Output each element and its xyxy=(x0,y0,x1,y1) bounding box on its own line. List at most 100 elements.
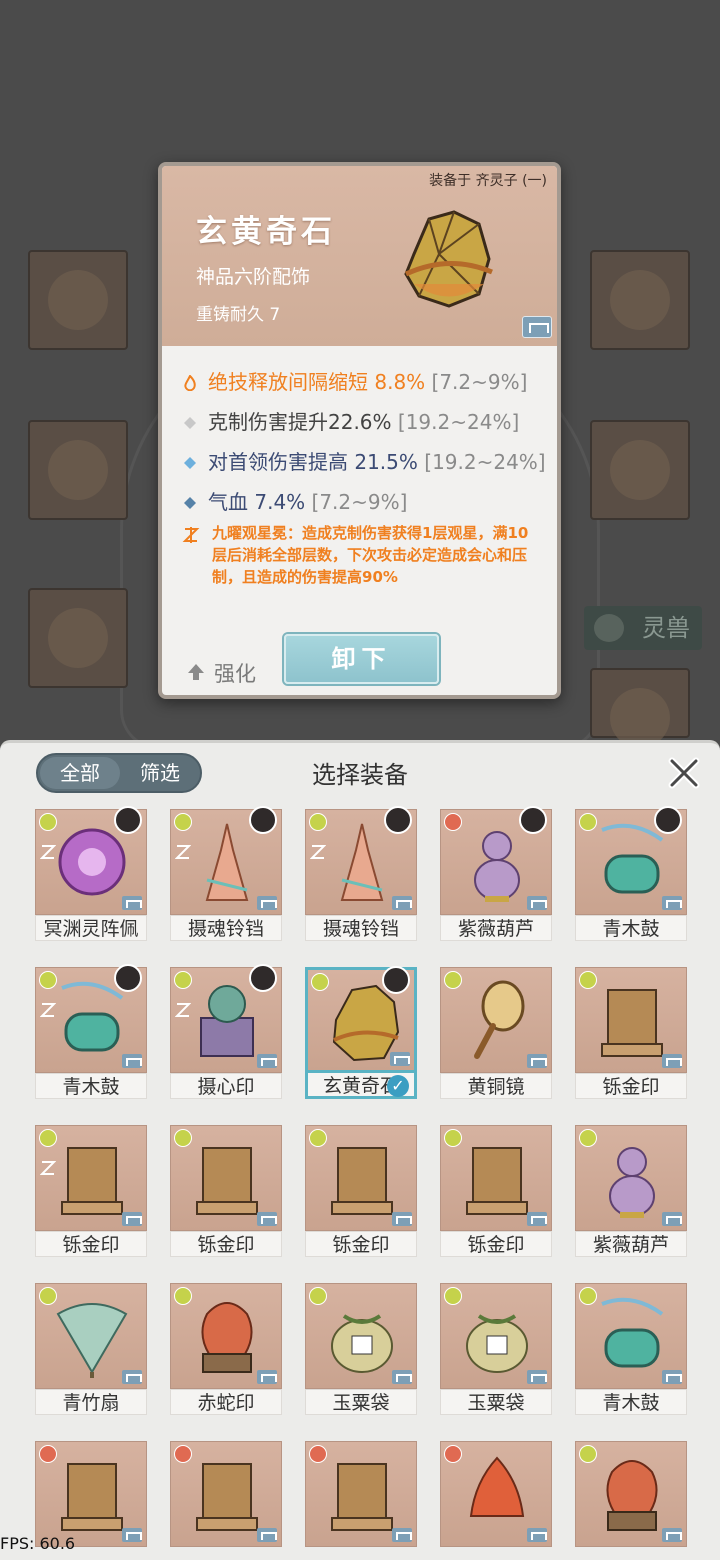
equipment-slot[interactable]: 摄心印 xyxy=(170,964,282,1099)
seal-gold-icon xyxy=(331,1463,393,1531)
seal-gold-icon xyxy=(466,1147,528,1215)
gourd-icon xyxy=(474,831,520,902)
enhance-button[interactable]: 强化 xyxy=(186,658,256,688)
lock-icon xyxy=(257,1370,277,1384)
equipment-thumbnail xyxy=(305,1125,417,1231)
stat-line-3: 对首领伤害提高 21.5% [19.2~24%] xyxy=(182,446,546,475)
equipment-slot[interactable]: 摄魂铃铛 xyxy=(305,806,417,941)
lock-icon xyxy=(662,1370,682,1384)
equipment-name: 铄金印 xyxy=(35,1231,147,1257)
lock-icon[interactable] xyxy=(522,316,552,338)
set-sigil-icon xyxy=(40,845,56,859)
equipment-slot[interactable]: 赤蛇印 xyxy=(170,1283,282,1415)
drum-icon xyxy=(61,981,124,1052)
equipment-slot[interactable]: 青竹扇 xyxy=(35,1283,147,1415)
equipment-name: 铄金印 xyxy=(170,1231,282,1257)
equipment-thumbnail xyxy=(35,806,147,915)
seal-purple-icon xyxy=(200,985,254,1057)
equipment-thumbnail xyxy=(35,1283,147,1389)
stone-item-art xyxy=(404,210,493,308)
item-detail-card: 装备于 齐灵子 (一) 玄黄奇石 神品六阶配饰 重铸耐久 7 绝技释放间隔缩短 … xyxy=(158,162,561,699)
background-slot xyxy=(28,588,128,688)
equipment-slot[interactable]: 玉粟袋 xyxy=(440,1283,552,1415)
diamond-dark-icon xyxy=(184,497,196,509)
equipment-thumbnail xyxy=(170,806,282,915)
equipment-name: 铄金印 xyxy=(440,1231,552,1257)
equipment-slot[interactable] xyxy=(305,1441,417,1560)
equipment-slot[interactable]: 铄金印 xyxy=(170,1125,282,1257)
equipment-selector-panel: 全部 筛选 选择装备 冥渊灵阵佩 摄魂铃铛 摄魂铃铛 紫薇葫芦 青木鼓 青木鼓 摄心印 玄黄奇… xyxy=(0,740,720,1560)
equipment-thumbnail xyxy=(35,1125,147,1231)
equipment-slot[interactable]: 黄铜镜 xyxy=(440,967,552,1099)
set-sigil-icon xyxy=(40,1003,56,1017)
equipment-slot[interactable]: 青木鼓 xyxy=(575,1283,687,1415)
equipment-slot[interactable]: 冥渊灵阵佩 xyxy=(35,806,147,941)
equipment-slot[interactable] xyxy=(575,1441,687,1560)
equipment-slot[interactable] xyxy=(440,1441,552,1560)
equipment-slot[interactable]: 铄金印 xyxy=(305,1125,417,1257)
equipment-thumbnail xyxy=(305,806,417,915)
equipment-name: 摄心印 xyxy=(170,1073,282,1099)
equipment-thumbnail xyxy=(170,1283,282,1389)
set-sigil-icon xyxy=(175,1003,191,1017)
equipment-thumbnail xyxy=(575,1441,687,1547)
recast-durability: 重铸耐久 7 xyxy=(196,305,281,325)
equipment-thumbnail xyxy=(170,964,282,1073)
equipment-slot[interactable]: 玄黄奇石 ✓ xyxy=(305,966,417,1099)
seal-gold-icon xyxy=(61,1147,123,1215)
seal-gold-icon xyxy=(196,1463,258,1531)
equipped-by-text: 装备于 齐灵子 (一) xyxy=(429,173,547,189)
lock-icon xyxy=(122,896,142,910)
owner-avatar xyxy=(654,806,682,834)
beast-tab[interactable]: 灵兽 xyxy=(584,606,702,650)
diamond-blue-icon xyxy=(184,457,196,469)
lock-icon xyxy=(257,1212,277,1226)
owner-avatar xyxy=(249,964,277,992)
flame-rock-icon xyxy=(469,1456,525,1517)
gourd-icon xyxy=(609,1147,655,1218)
stat-line-1: 绝技释放间隔缩短 8.8% [7.2~9%] xyxy=(182,366,527,395)
purple-disc-icon xyxy=(58,828,126,896)
lock-icon xyxy=(392,1528,412,1542)
equipment-slot[interactable]: 青木鼓 xyxy=(575,806,687,941)
owner-avatar xyxy=(382,966,410,994)
equipment-name: 冥渊灵阵佩 xyxy=(35,915,147,941)
equipment-slot[interactable]: 青木鼓 xyxy=(35,964,147,1099)
seal-gold-icon xyxy=(601,989,663,1057)
equipment-name: 赤蛇印 xyxy=(170,1389,282,1415)
lock-icon xyxy=(390,1052,410,1066)
beast-tab-label: 灵兽 xyxy=(642,614,690,642)
equipment-slot[interactable]: 铄金印 xyxy=(35,1125,147,1257)
lock-icon xyxy=(257,896,277,910)
lock-icon xyxy=(122,1370,142,1384)
equipment-slot[interactable] xyxy=(170,1441,282,1560)
fan-icon xyxy=(56,1303,128,1378)
equipment-slot[interactable]: 铄金印 xyxy=(440,1125,552,1257)
equipment-thumbnail xyxy=(440,806,552,915)
screen: 灵兽 装备于 齐灵子 (一) 玄黄奇石 神品六阶配饰 重铸耐久 7 绝技释放间隔… xyxy=(0,0,720,1560)
stat-line-4: 气血 7.4% [7.2~9%] xyxy=(182,486,407,515)
beast-icon xyxy=(594,614,624,642)
equipment-slot[interactable]: 紫薇葫芦 xyxy=(440,806,552,941)
equipment-name: 摄魂铃铛 xyxy=(305,915,417,941)
equipment-slot[interactable]: 紫薇葫芦 xyxy=(575,1125,687,1257)
equipment-slot[interactable]: 摄魂铃铛 xyxy=(170,806,282,941)
owner-avatar xyxy=(249,806,277,834)
equipment-thumbnail xyxy=(575,967,687,1073)
lock-icon xyxy=(392,1370,412,1384)
lock-icon xyxy=(122,1528,142,1542)
equipment-thumbnail xyxy=(440,967,552,1073)
lock-icon xyxy=(122,1054,142,1068)
bag-icon xyxy=(331,1314,393,1373)
lock-icon xyxy=(527,1528,547,1542)
owner-avatar xyxy=(519,806,547,834)
equipment-name: 黄铜镜 xyxy=(440,1073,552,1099)
equipment-slot[interactable]: 玉粟袋 xyxy=(305,1283,417,1415)
bag-icon xyxy=(466,1314,528,1373)
drum-icon xyxy=(601,1297,664,1368)
mirror-icon xyxy=(474,980,525,1059)
equipment-slot[interactable]: 铄金印 xyxy=(575,967,687,1099)
unequip-button[interactable]: 卸下 xyxy=(284,634,439,684)
selected-check-icon: ✓ xyxy=(387,1075,409,1097)
close-icon[interactable] xyxy=(664,753,704,793)
